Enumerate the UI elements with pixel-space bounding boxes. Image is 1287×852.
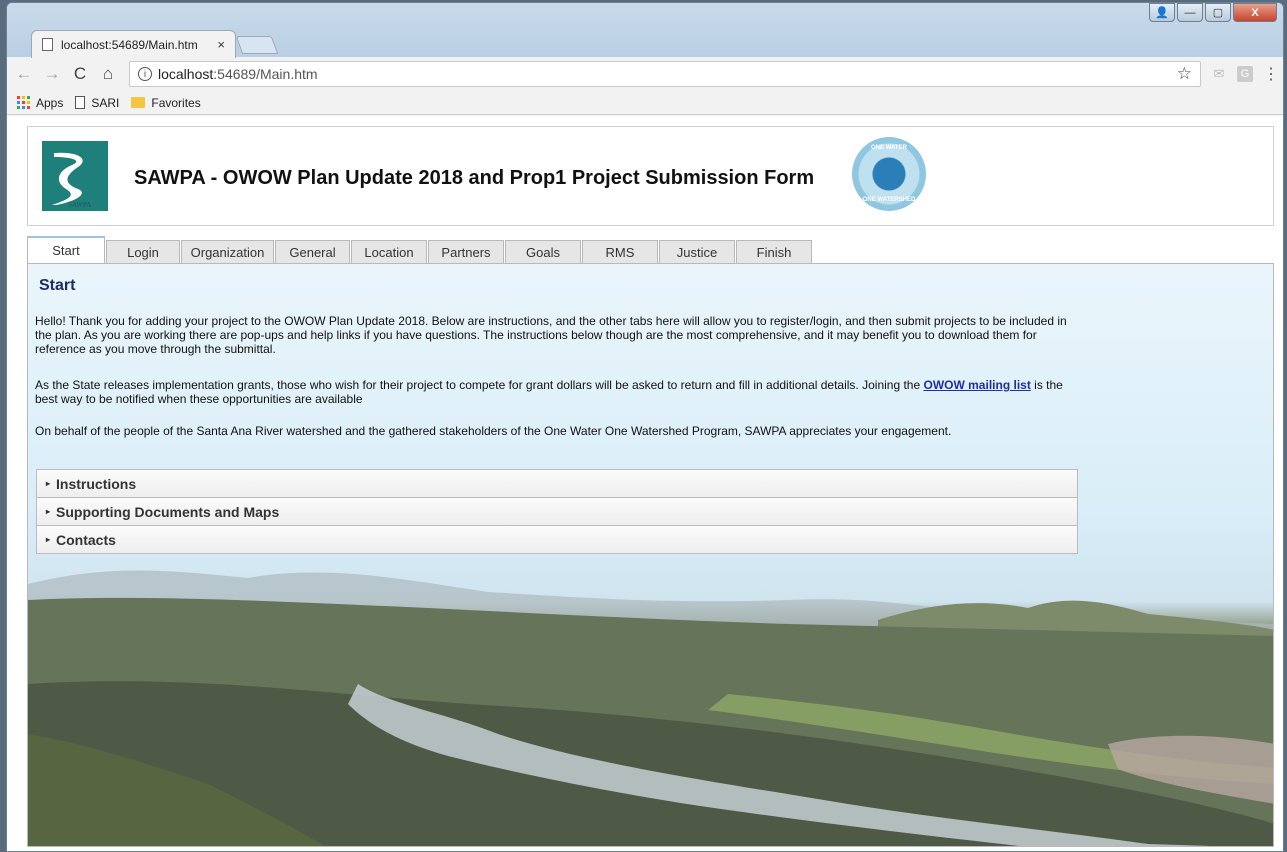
bookmarks-bar: Apps SARI Favorites: [7, 91, 1283, 115]
bookmark-label: SARI: [91, 95, 120, 110]
tab-title: localhost:54689/Main.htm: [61, 37, 198, 52]
accordion: ▸ Instructions ▸ Supporting Documents an…: [36, 469, 1078, 554]
reload-button[interactable]: C: [71, 64, 89, 84]
tab-content-start: Start Hello! Thank you for adding your p…: [27, 263, 1274, 847]
tab-organization[interactable]: Organization: [181, 240, 274, 263]
accordion-label: Supporting Documents and Maps: [56, 503, 280, 520]
page-viewport: SAWPA SAWPA - OWOW Plan Update 2018 and …: [7, 116, 1283, 851]
form-tabs: Start Login Organization General Locatio…: [27, 236, 813, 263]
extension-icon[interactable]: ✉: [1211, 66, 1227, 82]
maximize-button[interactable]: ▢: [1205, 3, 1231, 22]
tab-close-icon[interactable]: ×: [217, 37, 225, 52]
bookmark-label: Favorites: [151, 95, 201, 110]
page-header: SAWPA SAWPA - OWOW Plan Update 2018 and …: [27, 126, 1274, 226]
tab-location[interactable]: Location: [351, 240, 427, 263]
tab-goals[interactable]: Goals: [505, 240, 581, 263]
site-info-icon[interactable]: i: [138, 67, 152, 81]
one-water-one-watershed-logo: ONE WATER ONE WATERSHED: [852, 137, 926, 211]
grants-paragraph: As the State releases implementation gra…: [35, 378, 1070, 406]
accordion-supporting-documents[interactable]: ▸ Supporting Documents and Maps: [36, 497, 1078, 526]
caret-right-icon: ▸: [46, 535, 51, 544]
apps-grid-icon: [17, 96, 30, 109]
url-host: localhost: [158, 66, 214, 82]
bookmark-apps[interactable]: Apps: [17, 96, 63, 110]
bookmark-sari[interactable]: SARI: [75, 96, 119, 110]
bookmark-label: Apps: [36, 95, 64, 110]
logo-ring-top-text: ONE WATER: [871, 145, 907, 151]
accordion-label: Instructions: [56, 475, 137, 492]
close-window-button[interactable]: X: [1233, 3, 1277, 22]
tab-general[interactable]: General: [275, 240, 350, 263]
page-icon: [75, 96, 86, 109]
intro-paragraph: Hello! Thank you for adding your project…: [35, 314, 1067, 356]
engagement-paragraph: On behalf of the people of the Santa Ana…: [35, 424, 952, 438]
new-tab-button[interactable]: [235, 36, 279, 54]
forward-button[interactable]: →: [43, 64, 61, 84]
logo-ring-bottom-text: ONE WATERSHED: [862, 197, 916, 203]
url-path: :54689/Main.htm: [213, 66, 318, 82]
tab-finish[interactable]: Finish: [736, 240, 812, 263]
bookmark-star-icon[interactable]: ☆: [1177, 64, 1192, 84]
home-button[interactable]: ⌂: [99, 64, 117, 84]
minimize-button[interactable]: —: [1177, 3, 1203, 22]
window-controls: 👤 — ▢ X: [1149, 3, 1277, 22]
browser-window: localhost:54689/Main.htm × 👤 — ▢ X ← → C…: [6, 2, 1284, 852]
caret-right-icon: ▸: [46, 479, 51, 488]
user-profile-button[interactable]: 👤: [1149, 3, 1175, 22]
accordion-instructions[interactable]: ▸ Instructions: [36, 469, 1078, 498]
owow-mailing-list-link[interactable]: OWOW mailing list: [923, 378, 1030, 392]
g-extension-icon[interactable]: G: [1237, 66, 1253, 82]
tab-partners[interactable]: Partners: [428, 240, 504, 263]
folder-icon: [131, 97, 146, 108]
tab-login[interactable]: Login: [106, 240, 180, 263]
browser-toolbar: ← → C ⌂ i localhost :54689/Main.htm ☆ ✉ …: [7, 57, 1283, 91]
river-wave-icon: [52, 152, 83, 205]
sawpa-logo-text: SAWPA: [68, 201, 92, 209]
back-button[interactable]: ←: [15, 64, 33, 84]
title-bar: localhost:54689/Main.htm × 👤 — ▢ X: [7, 3, 1283, 58]
browser-menu-icon[interactable]: ⋮: [1263, 64, 1279, 84]
grants-text-before: As the State releases implementation gra…: [35, 378, 924, 392]
caret-right-icon: ▸: [46, 507, 51, 516]
address-bar[interactable]: i localhost :54689/Main.htm ☆: [129, 61, 1201, 87]
sawpa-logo: SAWPA: [42, 141, 108, 211]
browser-tab[interactable]: localhost:54689/Main.htm ×: [31, 30, 236, 58]
tab-justice[interactable]: Justice: [659, 240, 735, 263]
page-title: SAWPA - OWOW Plan Update 2018 and Prop1 …: [134, 167, 815, 189]
page-icon: [42, 38, 53, 51]
accordion-contacts[interactable]: ▸ Contacts: [36, 525, 1078, 554]
bookmark-favorites[interactable]: Favorites: [131, 95, 201, 110]
tab-start[interactable]: Start: [27, 236, 105, 263]
accordion-label: Contacts: [56, 531, 116, 548]
section-title: Start: [39, 277, 76, 294]
tab-rms[interactable]: RMS: [582, 240, 658, 263]
